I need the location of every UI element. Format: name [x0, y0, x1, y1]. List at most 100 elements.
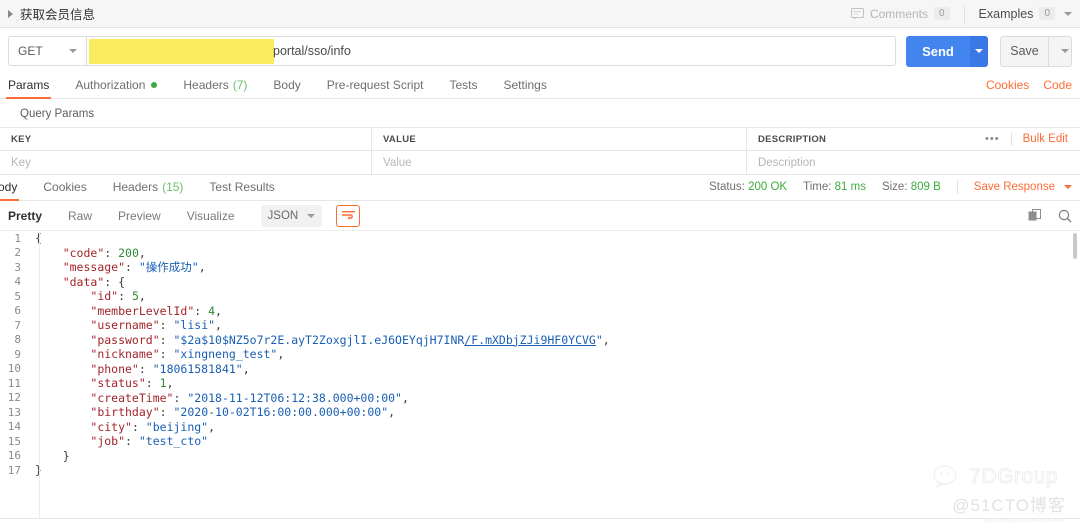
wrap-lines-button[interactable] [336, 205, 360, 227]
code-bottom-edge [0, 518, 1080, 519]
tab-body[interactable]: Body [273, 78, 300, 98]
search-icon [1058, 209, 1072, 223]
tab-label: Test Results [209, 180, 274, 194]
tab-tests[interactable]: Tests [449, 78, 477, 98]
tab-label: Tests [449, 78, 477, 92]
size-badge: Size: 809 B [882, 181, 941, 193]
code-line: 10 "phone": "18061581841", [0, 362, 1080, 377]
namebar-divider [964, 5, 965, 23]
response-tab-test-results[interactable]: Test Results [209, 180, 274, 200]
collapse-chevron-icon[interactable] [8, 10, 13, 18]
line-number: 6 [0, 304, 30, 317]
tab-params[interactable]: Params [8, 78, 49, 98]
save-options-button[interactable] [1048, 36, 1072, 67]
code-line-content: } [30, 449, 70, 463]
line-number: 11 [0, 377, 30, 390]
code-line-content: } [30, 463, 42, 477]
format-select[interactable]: JSON [261, 205, 323, 227]
line-number: 7 [0, 319, 30, 332]
cell-key[interactable]: Key [0, 151, 372, 174]
more-options-icon[interactable]: ••• [985, 133, 1000, 145]
code-line: 1{ [0, 231, 1080, 246]
code-line-content: "password": "$2a$10$NZ5o7r2E.ayT2ZoxgjlI… [30, 333, 610, 347]
copy-button[interactable] [1028, 209, 1042, 223]
line-number: 13 [0, 406, 30, 419]
line-number: 16 [0, 449, 30, 462]
send-options-button[interactable] [970, 36, 988, 67]
url-text: portal/sso/info [273, 44, 351, 58]
code-line: 4 "data": { [0, 275, 1080, 290]
vertical-scrollbar[interactable] [1073, 233, 1077, 259]
code-line: 3 "message": "操作成功", [0, 260, 1080, 275]
code-line: 7 "username": "lisi", [0, 318, 1080, 333]
response-body-code[interactable]: 1{2 "code": 200,3 "message": "操作成功",4 "d… [0, 231, 1080, 519]
tab-label: Headers [183, 78, 228, 92]
line-number: 10 [0, 362, 30, 375]
header-cell-description: DESCRIPTION ••• Bulk Edit [747, 128, 1080, 150]
search-button[interactable] [1058, 209, 1072, 223]
key-input-placeholder: Key [11, 157, 31, 169]
cell-value[interactable]: Value [372, 151, 747, 174]
method-label: GET [18, 44, 43, 58]
cookies-link[interactable]: Cookies [986, 78, 1029, 92]
tab-headers[interactable]: Headers (7) [183, 78, 247, 98]
viewer-tab-pretty[interactable]: Pretty [8, 209, 42, 223]
line-number: 8 [0, 333, 30, 346]
viewer-tab-visualize[interactable]: Visualize [187, 209, 235, 223]
table-row[interactable]: Key Value Description [0, 151, 1080, 175]
comments-label: Comments [870, 7, 928, 21]
code-line: 8 "password": "$2a$10$NZ5o7r2E.ayT2Zoxgj… [0, 333, 1080, 348]
format-label: JSON [268, 210, 299, 222]
meta-divider [957, 180, 958, 194]
authorization-status-dot-icon [151, 82, 157, 88]
chevron-down-icon [1064, 185, 1072, 189]
method-select[interactable]: GET [8, 36, 86, 66]
code-link[interactable]: Code [1043, 78, 1072, 92]
code-line-content: { [30, 231, 42, 245]
tab-authorization[interactable]: Authorization [75, 78, 157, 98]
column-label: DESCRIPTION [758, 134, 826, 145]
chevron-down-icon [1061, 49, 1069, 53]
line-number: 15 [0, 435, 30, 448]
query-params-label: Query Params [0, 99, 1080, 127]
chevron-down-icon[interactable] [69, 49, 77, 53]
line-number: 17 [0, 464, 30, 477]
line-number: 3 [0, 261, 30, 274]
size-label: Size: [882, 181, 908, 193]
time-label: Time: [803, 181, 831, 193]
code-line: 14 "city": "beijing", [0, 420, 1080, 435]
examples-button[interactable]: Examples 0 [979, 7, 1072, 21]
time-badge: Time: 81 ms [803, 181, 866, 193]
chevron-down-icon [975, 49, 983, 53]
comments-count: 0 [934, 7, 950, 20]
code-lines: 1{2 "code": 200,3 "message": "操作成功",4 "d… [0, 231, 1080, 478]
line-number: 4 [0, 275, 30, 288]
response-tab-cookies[interactable]: Cookies [43, 180, 86, 200]
table-actions: ••• Bulk Edit [985, 128, 1080, 150]
tab-settings[interactable]: Settings [504, 78, 547, 98]
url-bar: GET portal/sso/info Send Save [0, 28, 1080, 74]
bulk-edit-button[interactable]: Bulk Edit [1023, 133, 1068, 145]
save-response-button[interactable]: Save Response [974, 181, 1072, 193]
header-cell-value: VALUE [372, 128, 747, 150]
tab-pre-request-script[interactable]: Pre-request Script [327, 78, 424, 98]
cell-description[interactable]: Description [747, 151, 1080, 174]
chevron-down-icon[interactable] [1064, 12, 1072, 16]
code-line-content: "job": "test_cto" [30, 434, 208, 448]
code-line: 11 "status": 1, [0, 376, 1080, 391]
comments-button[interactable]: Comments 0 [851, 7, 950, 21]
url-input[interactable]: portal/sso/info [86, 36, 896, 66]
gutter-divider [39, 231, 40, 519]
wrap-lines-icon [342, 210, 355, 221]
status-value: 200 OK [748, 181, 787, 193]
response-tab-headers[interactable]: Headers (15) [113, 180, 184, 200]
code-line: 15 "job": "test_cto" [0, 434, 1080, 449]
viewer-tab-raw[interactable]: Raw [68, 209, 92, 223]
tab-label: Body [273, 78, 300, 92]
headers-count: (7) [233, 78, 248, 92]
line-number: 2 [0, 246, 30, 259]
viewer-tab-preview[interactable]: Preview [118, 209, 161, 223]
save-button[interactable]: Save [1000, 36, 1048, 67]
send-button[interactable]: Send [906, 36, 970, 67]
response-tab-body[interactable]: Body [0, 180, 17, 200]
